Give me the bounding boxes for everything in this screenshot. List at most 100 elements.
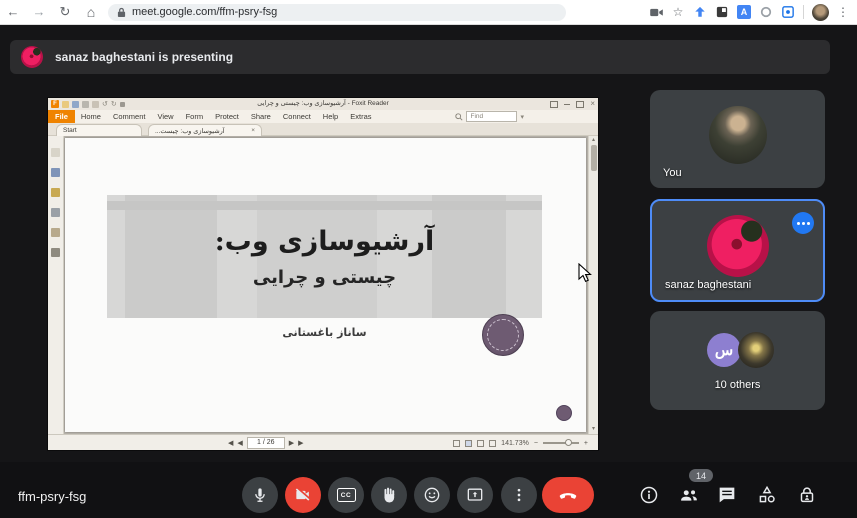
participant-name: sanaz baghestani [665,279,751,291]
single-page-view-icon [453,440,460,447]
zoom-level: 141.73% [501,440,529,447]
zoom-slider [543,442,579,444]
participant-name: You [663,167,682,179]
reload-icon[interactable]: ↻ [52,0,78,24]
extension-arrow-icon[interactable] [693,5,707,19]
foxit-logo-icon: F [51,100,59,108]
translate-extension-icon[interactable]: A [737,5,751,19]
info-button[interactable] [638,484,660,506]
foxit-document-area: آرشیوسازی وب: چیستی و چرایی ساناز باغستا… [48,136,598,434]
foxit-tabbar: Start آرشیوسازی وب: چیست... × [48,123,598,136]
host-controls-button[interactable] [796,484,818,506]
activities-button[interactable] [756,484,778,506]
menu-view: View [151,112,179,121]
raise-hand-button[interactable] [371,477,407,513]
media-controls-icon[interactable] [649,5,663,19]
last-page-icon: ▶ [298,439,303,447]
toolbar-divider [803,5,804,19]
slide-author: ساناز باغستانی [107,326,542,339]
first-page-icon: ◀ [228,439,233,447]
bookmark-star-icon[interactable]: ☆ [671,5,685,19]
slide-subtitle: چیستی و چرایی [253,267,396,288]
tile-options-button[interactable] [792,212,814,234]
undo-icon: ↺ [102,101,108,108]
participant-tile-you[interactable]: You [650,90,825,188]
forward-icon[interactable]: → [26,0,52,24]
presenter-avatar [21,46,43,68]
browser-toolbar: ← → ↻ ⌂ meet.google.com/ffm-psry-fsg ☆ A… [0,0,857,25]
restore-icon [550,101,558,108]
lock-icon [117,7,126,18]
find-caret-icon: ▾ [520,113,524,121]
more-options-icon [509,485,529,505]
microphone-icon [250,485,270,505]
home-icon[interactable]: ⌂ [78,0,104,24]
menu-home: Home [75,112,107,121]
participant-tile-others[interactable]: س 10 others [650,311,825,410]
meet-bottom-bar: ffm-psry-fsg CC [0,462,857,518]
redo-icon: ↻ [111,101,117,108]
decorative-circle-large [482,314,524,356]
book-view-icon [489,440,496,447]
qat-more-icon [120,102,125,107]
band-texture [257,195,377,318]
foxit-window-title: آرشیوسازی وب: چیستی و چرایی - Foxit Read… [168,98,478,110]
back-icon[interactable]: ← [0,0,26,24]
reactions-button[interactable] [414,477,450,513]
chat-button[interactable] [716,484,738,506]
address-bar[interactable]: meet.google.com/ffm-psry-fsg [108,4,566,21]
presenting-text: sanaz baghestani is presenting [55,50,233,64]
slide-title: آرشیوسازی وب: [215,226,435,257]
title-band: آرشیوسازی وب: چیستی و چرایی [107,195,542,318]
present-screen-icon [465,485,485,505]
signature-icon [51,248,60,257]
foxit-statusbar: ◀ ◀ 1 / 26 ▶ ▶ 141.73% − + [48,434,598,450]
close-icon: × [590,99,595,109]
navigation-panel [48,136,64,434]
search-icon [455,113,463,121]
camera-off-button[interactable] [285,477,321,513]
tab-close-icon: × [251,127,255,134]
menu-share: Share [245,112,277,121]
band-texture [107,201,542,210]
smiley-icon [422,485,442,505]
meeting-code[interactable]: ffm-psry-fsg [18,489,86,504]
extension-pixel-icon[interactable] [781,5,795,19]
menu-form: Form [180,112,210,121]
browser-menu-icon[interactable]: ⋮ [837,5,849,19]
others-count: 10 others [650,379,825,391]
scrollbar-thumb [591,145,597,171]
scroll-up-icon: ▴ [589,136,598,144]
extension-dark-icon[interactable] [715,5,729,19]
leave-call-button[interactable] [542,477,594,513]
url-text: meet.google.com/ffm-psry-fsg [132,6,277,18]
menu-help: Help [317,112,344,121]
raise-hand-icon [379,485,399,505]
more-options-button[interactable] [501,477,537,513]
presenting-banner: sanaz baghestani is presenting [10,40,830,74]
open-icon [62,101,69,108]
presented-screen[interactable]: F ↺ ↻ آرشیوسازی وب: چیستی و چرایی - Foxi… [48,98,598,450]
microphone-button[interactable] [242,477,278,513]
participants-count-badge: 14 [689,469,713,482]
captions-button[interactable]: CC [328,477,364,513]
tab-start: Start [56,124,142,136]
facing-view-icon [477,440,484,447]
vertical-scrollbar: ▴ ▾ [588,136,598,434]
profile-avatar[interactable] [812,4,829,21]
participants-button[interactable] [678,484,700,506]
email-icon [92,101,99,108]
present-button[interactable] [457,477,493,513]
scroll-down-icon: ▾ [589,425,598,433]
sanaz-avatar [707,215,769,277]
tab-document: آرشیوسازی وب: چیست... × [148,124,262,136]
attachments-icon [51,228,60,237]
print-icon [82,101,89,108]
save-icon [72,101,79,108]
extension-circle-icon[interactable] [759,5,773,19]
mouse-cursor [578,263,593,284]
participant-tile-sanaz[interactable]: sanaz baghestani [650,199,825,302]
menu-connect: Connect [277,112,317,121]
menu-file: File [48,110,75,123]
thumbnails-icon [51,168,60,177]
